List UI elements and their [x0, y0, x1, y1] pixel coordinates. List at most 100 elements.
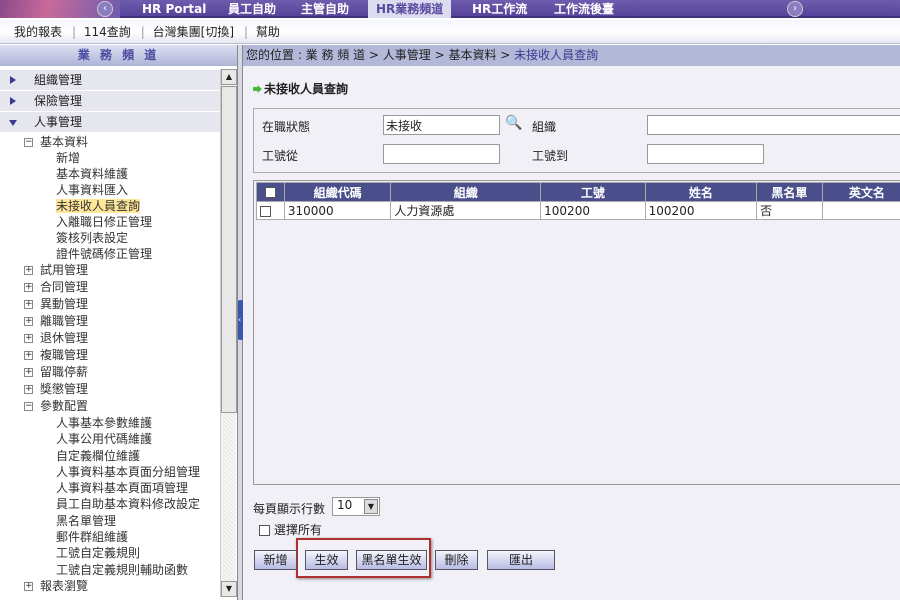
tree-item[interactable]: 黑名單管理: [0, 513, 220, 529]
tree-item[interactable]: 未接收人員查詢: [0, 198, 220, 214]
empno-to-input[interactable]: [647, 144, 764, 164]
expand-icon[interactable]: +: [24, 266, 33, 275]
cell-blacklist: 否: [756, 201, 823, 220]
blacklist-activate-button[interactable]: 黑名單生效: [356, 550, 427, 570]
tree-item[interactable]: + 退休管理: [0, 330, 220, 347]
tree-item[interactable]: + 合同管理: [0, 279, 220, 296]
col-org[interactable]: 組織: [390, 182, 542, 202]
link-my-reports[interactable]: 我的報表: [14, 25, 62, 39]
sidebar-section-org[interactable]: 組織管理: [0, 70, 220, 90]
export-button[interactable]: 匯出: [487, 550, 555, 570]
tree-item[interactable]: − 參數配置: [0, 398, 220, 415]
tree-item-label: 合同管理: [40, 280, 89, 294]
scroll-thumb[interactable]: [221, 86, 237, 413]
tree-item[interactable]: + 複職管理: [0, 347, 220, 364]
tree-item[interactable]: 人事資料基本頁面分組管理: [0, 464, 220, 480]
scroll-down-icon[interactable]: ▼: [221, 581, 237, 597]
tree-item[interactable]: + 試用管理: [0, 262, 220, 279]
chevron-down-icon[interactable]: ▼: [364, 499, 378, 514]
tree-item[interactable]: + 異動管理: [0, 296, 220, 313]
tab-hr-business[interactable]: HR業務頻道: [368, 0, 452, 18]
select-all-label: 選擇所有: [273, 523, 322, 537]
cell-english-name: [821, 201, 900, 220]
tree-item[interactable]: + 離職管理: [0, 313, 220, 330]
expand-icon[interactable]: +: [24, 334, 33, 343]
tree-item[interactable]: 人事資料匯入: [0, 182, 220, 198]
row-select[interactable]: [256, 201, 285, 220]
table-row[interactable]: 310000 人力資源處 100200 100200 否: [256, 201, 900, 220]
tree-item[interactable]: 工號自定義規則輔助函數: [0, 562, 220, 578]
tree-item-label: 新增: [56, 151, 81, 165]
link-switch-group[interactable]: 台灣集團[切換]: [153, 25, 234, 39]
sidebar-scrollbar[interactable]: ▲ ▼: [220, 69, 237, 597]
sidebar: 業 務 頻 道 組織管理 保險管理 人事管理 − 基本資料 新增 基本資料維護 人事資料…: [0, 45, 237, 600]
col-blacklist[interactable]: 黑名單: [756, 182, 823, 202]
tab-hr-portal[interactable]: HR Portal: [142, 0, 206, 18]
tree-item-label: 基本資料: [40, 135, 89, 149]
tab-workflow-admin[interactable]: 工作流後臺: [554, 0, 614, 18]
col-english-name[interactable]: 英文名: [821, 182, 900, 202]
delete-button[interactable]: 刪除: [435, 550, 478, 570]
expand-icon[interactable]: +: [24, 581, 33, 591]
header-checkbox[interactable]: [264, 187, 276, 198]
page-size-select[interactable]: 10 ▼: [332, 497, 380, 516]
page-title: 未接收人員查詢: [253, 80, 348, 97]
collapse-icon[interactable]: −: [24, 138, 33, 147]
tree-item[interactable]: 郵件群組維護: [0, 529, 220, 545]
expand-icon[interactable]: +: [24, 368, 33, 377]
link-help[interactable]: 幫助: [256, 25, 280, 39]
cell-empno: 100200: [540, 201, 646, 220]
tree-item[interactable]: 人事資料基本頁面項管理: [0, 480, 220, 496]
select-all[interactable]: 選擇所有: [259, 521, 322, 538]
caret-down-icon: [9, 120, 17, 126]
expand-icon[interactable]: +: [24, 351, 33, 360]
select-all-header[interactable]: [256, 182, 285, 202]
tree-item[interactable]: 證件號碼修正管理: [0, 246, 220, 262]
col-org-code[interactable]: 組織代碼: [283, 182, 392, 202]
tree-item[interactable]: 簽核列表設定: [0, 230, 220, 246]
expand-icon[interactable]: +: [24, 385, 33, 394]
expand-icon[interactable]: +: [24, 300, 33, 309]
tree-item[interactable]: 員工自助基本資料修改設定: [0, 496, 220, 512]
sidebar-tree: − 基本資料 新增 基本資料維護 人事資料匯入 未接收人員查詢 入離職日修正管理 簽核列表設定…: [0, 134, 220, 595]
tree-item[interactable]: 新增: [0, 150, 220, 166]
tree-item[interactable]: 人事公用代碼維護: [0, 431, 220, 447]
tree-item[interactable]: 人事基本參數維護: [0, 415, 220, 431]
sidebar-title: 業 務 頻 道: [0, 45, 237, 66]
add-button[interactable]: 新增: [254, 550, 297, 570]
tab-hr-workflow[interactable]: HR工作流: [472, 0, 527, 18]
sidebar-section-personnel[interactable]: 人事管理: [0, 112, 220, 132]
link-114-query[interactable]: 114查詢: [84, 25, 131, 39]
tree-item[interactable]: 入離職日修正管理: [0, 214, 220, 230]
tab-employee-self-service[interactable]: 員工自助: [228, 0, 276, 18]
col-empno[interactable]: 工號: [540, 182, 646, 202]
tree-item[interactable]: 工號自定義規則: [0, 545, 220, 561]
empno-to-label: 工號到: [532, 149, 569, 163]
tree-item[interactable]: + 留職停薪: [0, 364, 220, 381]
org-input[interactable]: [647, 115, 900, 135]
tree-item[interactable]: 基本資料維護: [0, 166, 220, 182]
scroll-left-icon[interactable]: ‹: [97, 1, 113, 17]
expand-icon[interactable]: +: [24, 317, 33, 326]
collapse-icon[interactable]: −: [24, 402, 33, 411]
tree-item[interactable]: + 報表瀏覽: [0, 578, 220, 595]
scroll-right-icon[interactable]: ›: [787, 1, 803, 17]
tree-item[interactable]: 自定義欄位維護: [0, 448, 220, 464]
tree-item[interactable]: − 基本資料: [0, 134, 220, 150]
expand-icon[interactable]: +: [24, 283, 33, 292]
col-name[interactable]: 姓名: [644, 182, 758, 202]
search-form: 在職狀態 未接收 🔍 組織 工號從 工號到: [253, 108, 900, 173]
row-checkbox[interactable]: [260, 205, 271, 217]
tree-item[interactable]: + 獎懲管理: [0, 381, 220, 398]
select-all-checkbox[interactable]: [259, 525, 270, 536]
empno-from-input[interactable]: [383, 144, 500, 164]
search-icon[interactable]: 🔍: [505, 115, 522, 131]
tab-manager-self-service[interactable]: 主管自助: [301, 0, 349, 18]
status-input[interactable]: 未接收: [383, 115, 500, 135]
scroll-up-icon[interactable]: ▲: [221, 69, 237, 85]
status-label: 在職狀態: [262, 120, 311, 134]
caret-right-icon: [10, 76, 16, 84]
sidebar-section-insurance[interactable]: 保險管理: [0, 91, 220, 111]
caret-right-icon: [10, 97, 16, 105]
activate-button[interactable]: 生效: [305, 550, 348, 570]
